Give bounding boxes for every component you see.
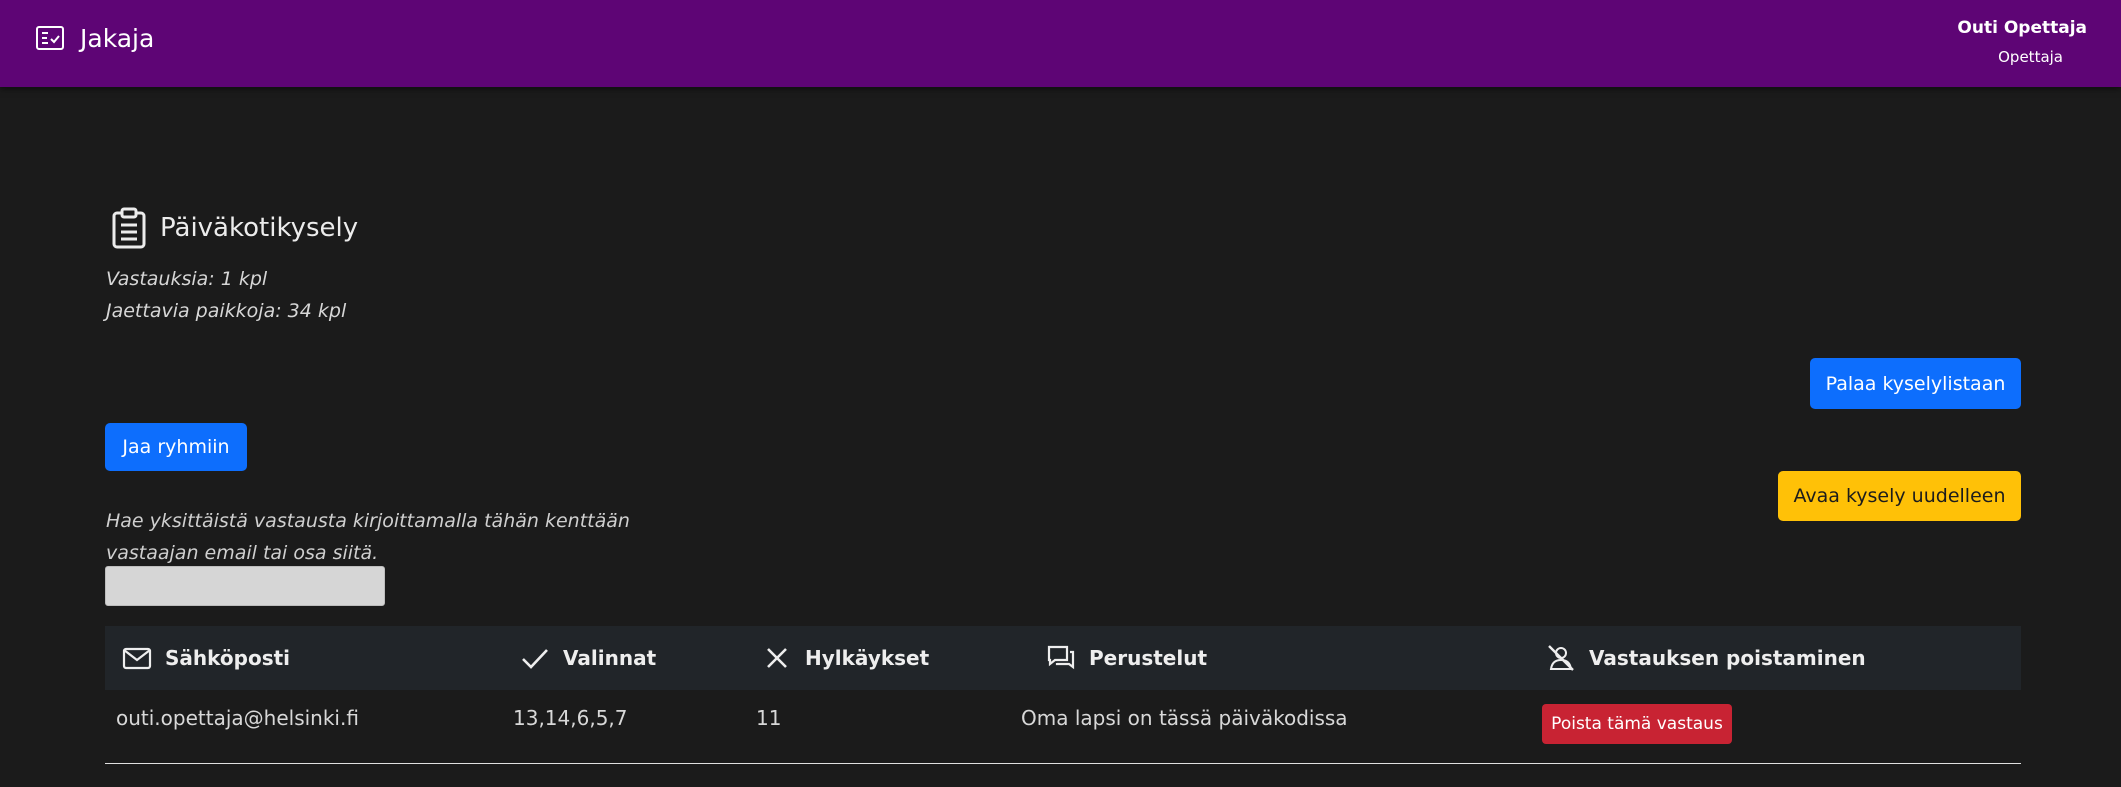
cell-rejections: 11: [756, 705, 782, 730]
user-info: Outi Opettaja Opettaja: [1957, 18, 2087, 66]
cell-choices: 13,14,6,5,7: [513, 705, 628, 730]
column-label: Vastauksen poistaminen: [1589, 646, 1866, 670]
column-label: Sähköposti: [165, 646, 291, 670]
checklist-icon: [36, 26, 64, 50]
column-header-rejections: Hylkäykset: [761, 626, 929, 690]
user-name: Outi Opettaja: [1957, 18, 2087, 38]
check-icon: [522, 649, 548, 669]
envelope-icon: [122, 647, 152, 670]
survey-title: Päiväkotikysely: [160, 213, 359, 243]
cell-email: outi.opettaja@helsinki.fi: [116, 705, 359, 730]
column-label: Valinnat: [563, 646, 657, 670]
responses-count: Vastauksia: 1 kpl: [106, 268, 268, 290]
x-icon: [767, 648, 787, 668]
column-label: Perustelut: [1089, 646, 1208, 670]
person-slash-icon: [1548, 645, 1574, 671]
clipboard-icon: [112, 207, 146, 249]
responses-table: Sähköposti Valinnat Hylkäykset Perustelu…: [105, 626, 2021, 764]
column-header-reasons: Perustelut: [1045, 626, 1207, 690]
user-role: Opettaja: [1998, 48, 2063, 66]
page-title: Päiväkotikysely: [110, 206, 358, 250]
delete-response-button[interactable]: Poista tämä vastaus: [1542, 704, 1732, 744]
search-help-text: Hae yksittäistä vastausta kirjoittamalla…: [106, 510, 630, 564]
reopen-survey-button[interactable]: Avaa kysely uudelleen: [1778, 471, 2021, 521]
column-header-email: Sähköposti: [121, 626, 290, 690]
chat-icon: [1047, 645, 1075, 670]
places-count: Jaettavia paikkoja: 34 kpl: [106, 300, 347, 322]
share-to-groups-button[interactable]: Jaa ryhmiin: [105, 423, 247, 471]
column-label: Hylkäykset: [805, 646, 930, 670]
back-to-list-button[interactable]: Palaa kyselylistaan: [1810, 358, 2021, 409]
table-row: outi.opettaja@helsinki.fi 13,14,6,5,7 11…: [105, 690, 2021, 764]
top-navbar: Jakaja Outi Opettaja Opettaja: [0, 0, 2121, 87]
column-header-delete: Vastauksen poistaminen: [1545, 626, 1866, 690]
app-name: Jakaja: [80, 23, 155, 53]
column-header-choices: Valinnat: [519, 626, 656, 690]
search-input[interactable]: [105, 566, 385, 606]
brand-link[interactable]: Jakaja: [34, 22, 154, 54]
cell-reasons: Oma lapsi on tässä päiväkodissa: [1021, 705, 1348, 730]
table-header: Sähköposti Valinnat Hylkäykset Perustelu…: [105, 626, 2021, 690]
